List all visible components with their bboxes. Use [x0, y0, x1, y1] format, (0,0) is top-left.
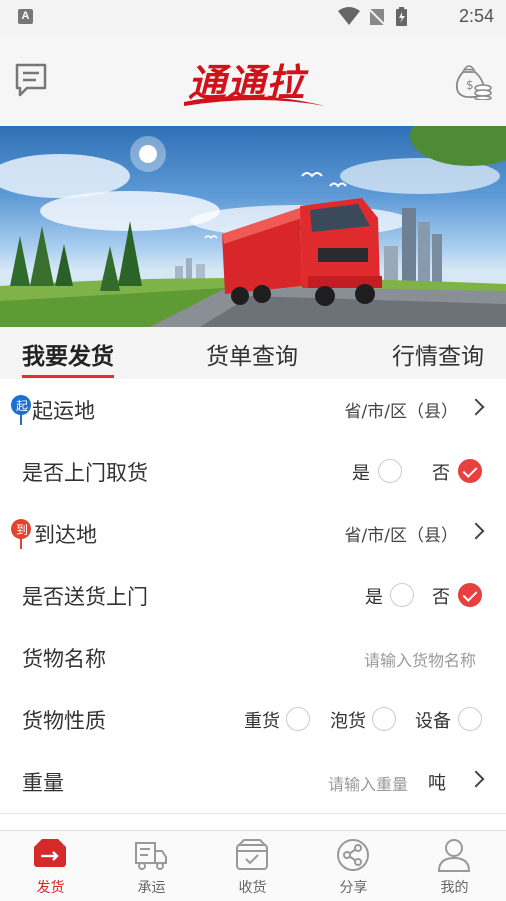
goods-name-label: 货物名称 [22, 647, 106, 671]
app-logo: 通通拉 [180, 48, 330, 110]
origin-value: 省/市/区（县） [344, 402, 458, 422]
goods-name-input[interactable]: 请输入货物名称 [364, 647, 476, 671]
nav-ship[interactable]: 发货 [0, 831, 101, 901]
nav-receive-label: 收货 [238, 880, 267, 896]
origin-row[interactable]: 起 起运地 省/市/区（县） [0, 379, 506, 442]
delivery-no-label: 否 [432, 587, 450, 608]
pickup-no-label: 否 [432, 463, 450, 484]
delivery-no-radio[interactable] [458, 583, 482, 607]
message-icon[interactable] [14, 62, 48, 98]
nav-mine-label: 我的 [440, 880, 469, 896]
money-bag-icon[interactable]: $ [454, 60, 492, 100]
nav-share[interactable]: 分享 [303, 831, 404, 901]
goods-name-row[interactable]: 货物名称 请输入货物名称 [0, 627, 506, 690]
active-tab-indicator [22, 375, 114, 378]
weight-row[interactable]: 重量 请输入重量 吨 [0, 751, 506, 814]
destination-value: 省/市/区（县） [344, 526, 458, 546]
banner-image [0, 126, 506, 327]
user-icon [437, 839, 471, 872]
share-icon [337, 839, 369, 871]
svg-text:$: $ [466, 78, 474, 92]
pickup-no-radio[interactable] [458, 459, 482, 483]
heavy-goods-label: 重货 [244, 711, 280, 732]
delivery-yes-radio[interactable] [390, 583, 414, 607]
heavy-goods-radio[interactable] [286, 707, 310, 731]
nav-carry-label: 承运 [137, 880, 166, 896]
bulky-goods-radio[interactable] [372, 707, 396, 731]
delivery-row: 是否送货上门 是 否 [0, 565, 506, 628]
delivery-yes-label: 是 [365, 587, 383, 608]
goods-type-label: 货物性质 [22, 709, 106, 733]
bottom-nav: 发货 承运 收货 分享 我的 [0, 830, 506, 901]
status-time: 2:54 [458, 6, 494, 26]
promo-banner[interactable] [0, 126, 506, 327]
nav-ship-label: 发货 [36, 880, 65, 896]
chevron-right-icon [467, 398, 485, 416]
weight-unit: 吨 [428, 773, 446, 794]
tab-ship-goods[interactable]: 我要发货 [22, 337, 114, 371]
tab-bar: 我要发货 货单查询 行情查询 [0, 327, 506, 379]
wifi-icon [338, 7, 360, 25]
nav-mine[interactable]: 我的 [404, 831, 505, 901]
destination-pin-label: 到 [15, 523, 28, 537]
notification-icon: A [18, 9, 33, 24]
bulky-goods-label: 泡货 [330, 711, 366, 732]
origin-pin-label: 起 [15, 399, 28, 413]
destination-row[interactable]: 到 到达地 省/市/区（县） [0, 503, 506, 566]
pickup-row: 是否上门取货 是 否 [0, 441, 506, 504]
destination-label: 到达地 [34, 523, 97, 547]
status-icons [338, 7, 407, 27]
ship-out-icon [34, 839, 66, 867]
chevron-right-icon [467, 522, 485, 540]
tab-order-query[interactable]: 货单查询 [206, 337, 298, 371]
tab-market-query[interactable]: 行情查询 [392, 337, 484, 371]
pickup-yes-radio[interactable] [378, 459, 402, 483]
equipment-radio[interactable] [458, 707, 482, 731]
app-header: 通通拉 $ [0, 34, 506, 126]
nav-receive[interactable]: 收货 [202, 831, 303, 901]
nav-share-label: 分享 [339, 880, 368, 896]
nav-carry[interactable]: 承运 [101, 831, 202, 901]
weight-label: 重量 [22, 771, 64, 795]
status-bar: A 2:54 [0, 0, 506, 34]
goods-type-row: 货物性质 重货 泡货 设备 [0, 689, 506, 752]
receive-box-icon [236, 839, 268, 870]
pickup-label: 是否上门取货 [22, 461, 148, 485]
truck-icon [135, 842, 167, 870]
pickup-yes-label: 是 [352, 463, 370, 484]
origin-label: 起运地 [32, 399, 95, 423]
chevron-right-icon [467, 770, 485, 788]
weight-input[interactable]: 请输入重量 [328, 771, 408, 795]
delivery-label: 是否送货上门 [22, 585, 148, 609]
equipment-label: 设备 [415, 711, 451, 732]
